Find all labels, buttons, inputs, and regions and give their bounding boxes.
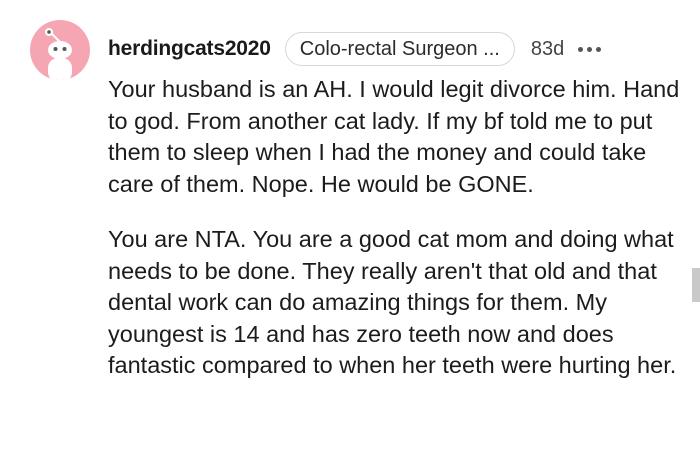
comment-body: Your husband is an AH. I would legit div… [108,74,688,406]
username-link[interactable]: herdingcats2020 [108,37,271,61]
comment-card: herdingcats2020 Colo-rectal Surgeon ... … [0,0,700,466]
comment-age: 83d [530,37,565,60]
comment-paragraph: Your husband is an AH. I would legit div… [108,76,680,197]
comment-paragraph: You are NTA. You are a good cat mom and … [108,226,677,378]
more-options-icon[interactable] [578,39,602,59]
snoo-avatar-icon[interactable] [30,20,90,80]
user-flair-badge: Colo-rectal Surgeon ... [284,32,515,66]
dot [578,46,584,52]
dot [587,46,593,52]
dot [596,46,602,52]
scrollbar-handle[interactable] [692,268,700,302]
comment-header: herdingcats2020 Colo-rectal Surgeon ... … [108,31,602,67]
